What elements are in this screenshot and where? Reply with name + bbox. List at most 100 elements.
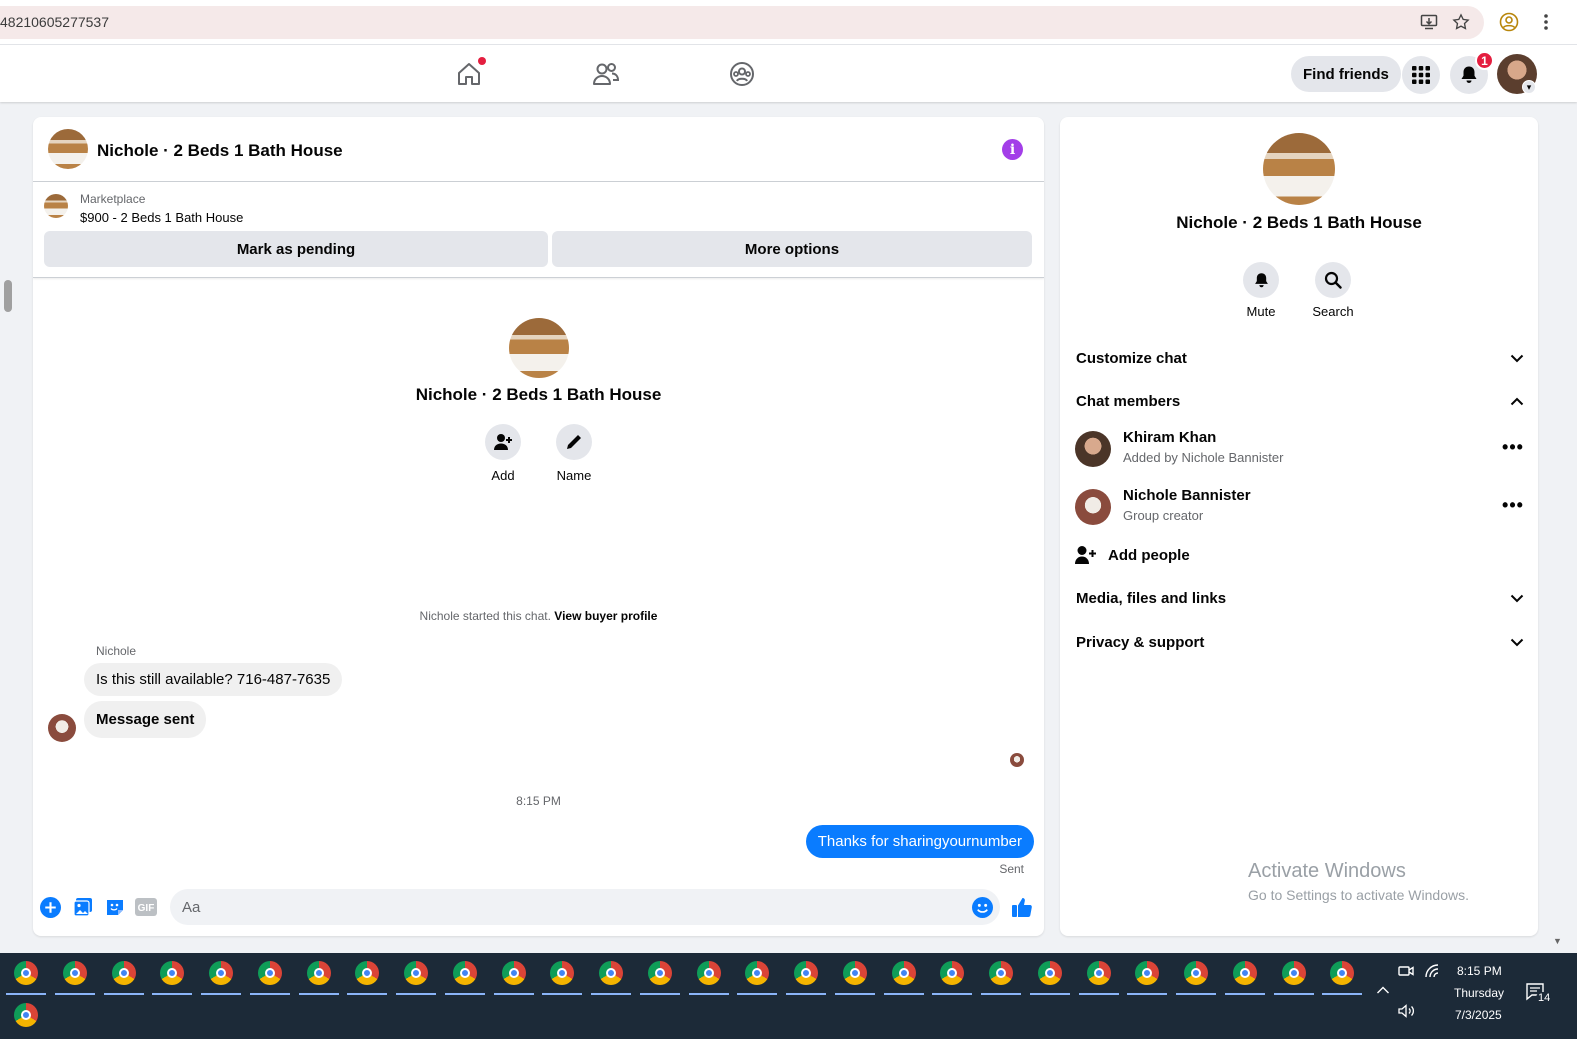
mark-as-pending-button[interactable]: Mark as pending	[44, 231, 548, 267]
chrome-taskbar-icon[interactable]	[6, 959, 46, 995]
taskbar-date[interactable]: 7/3/2025	[1455, 1008, 1502, 1022]
account-chevron-down-icon[interactable]: ▾	[1522, 80, 1536, 94]
browser-menu-icon[interactable]	[1535, 11, 1557, 33]
chat-members-label: Chat members	[1076, 392, 1181, 410]
chrome-taskbar-icon[interactable]	[201, 959, 241, 995]
media-files-links-label: Media, files and links	[1076, 589, 1227, 607]
view-buyer-profile-link[interactable]: View buyer profile	[554, 609, 657, 623]
member-avatar[interactable]	[1075, 489, 1111, 525]
menu-grid-button[interactable]	[1402, 56, 1440, 94]
chrome-taskbar-icon[interactable]	[54, 959, 95, 995]
chrome-taskbar-icon[interactable]	[493, 959, 534, 995]
chrome-taskbar-icon[interactable]	[444, 959, 485, 995]
sender-avatar[interactable]	[48, 714, 76, 742]
conversation-title: Nichole · 2 Beds 1 Bath House	[415, 385, 662, 404]
notifications-button[interactable]: 1	[1450, 51, 1494, 94]
browser-toolbar: 48210605277537	[0, 0, 1577, 45]
incoming-message[interactable]: Is this still available? 716-487-7635	[84, 663, 343, 696]
chrome-taskbar-icon[interactable]	[981, 959, 1021, 995]
groups-icon[interactable]	[727, 59, 757, 89]
chrome-taskbar-icon[interactable]	[639, 959, 680, 995]
chrome-taskbar-icon[interactable]	[591, 959, 631, 995]
media-files-links-section[interactable]: Media, files and links	[1076, 580, 1524, 616]
chrome-taskbar-icon[interactable]	[347, 959, 388, 995]
friends-icon[interactable]	[591, 59, 621, 89]
chrome-taskbar-icon[interactable]	[396, 959, 436, 995]
privacy-support-section[interactable]: Privacy & support	[1076, 624, 1524, 660]
plus-circle-icon[interactable]	[39, 896, 61, 918]
chat-title[interactable]: Nichole · 2 Beds 1 Bath House	[97, 141, 343, 161]
message-input[interactable]	[170, 889, 1000, 925]
mute-action[interactable]: Mute	[1231, 262, 1291, 319]
message-timestamp: 8:15 PM	[516, 794, 561, 808]
chrome-taskbar-icon[interactable]	[1127, 959, 1168, 995]
member-row[interactable]: Nichole Bannister Group creator •••	[1075, 487, 1525, 527]
chrome-taskbar-icon[interactable]	[688, 959, 729, 995]
chrome-taskbar-icon[interactable]	[1078, 959, 1119, 995]
chat-panel: Nichole · 2 Beds 1 Bath House i Marketpl…	[33, 117, 1044, 936]
customize-chat-section[interactable]: Customize chat	[1076, 340, 1524, 376]
info-icon[interactable]: i	[1002, 139, 1023, 160]
chrome-taskbar-icon[interactable]	[249, 959, 290, 995]
listing-thumbnail[interactable]	[44, 194, 68, 218]
listing-price[interactable]: $900 - 2 Beds 1 Bath House	[80, 210, 243, 225]
find-friends-button[interactable]: Find friends	[1291, 56, 1401, 92]
chat-header: Nichole · 2 Beds 1 Bath House i	[33, 117, 1044, 182]
wifi-icon[interactable]	[1424, 964, 1440, 981]
info-avatar	[1263, 133, 1335, 205]
activate-windows-title: Activate Windows	[1248, 860, 1406, 882]
chrome-taskbar-icon[interactable]	[786, 959, 826, 995]
sticker-icon[interactable]	[104, 896, 126, 918]
scroll-down-arrow-icon[interactable]: ▼	[1553, 936, 1562, 946]
chrome-taskbar-icon[interactable]	[1029, 959, 1070, 995]
incoming-message[interactable]: Message sent	[84, 701, 207, 738]
chrome-taskbar-icon[interactable]	[932, 959, 973, 995]
browser-profile-icon[interactable]	[1498, 11, 1520, 33]
address-bar[interactable]: 48210605277537	[0, 6, 1484, 39]
member-row[interactable]: Khiram Khan Added by Nichole Bannister •…	[1075, 429, 1525, 469]
home-icon[interactable]	[454, 57, 486, 89]
member-avatar[interactable]	[1075, 431, 1111, 467]
add-people-button[interactable]: Add people	[1075, 541, 1190, 569]
add-member-action[interactable]: Add	[473, 424, 533, 483]
chrome-taskbar-icon[interactable]	[12, 1001, 40, 1029]
chrome-taskbar-icon[interactable]	[103, 959, 144, 995]
search-label: Search	[1312, 304, 1354, 319]
chevron-up-icon[interactable]	[1376, 983, 1390, 998]
chrome-taskbar-icon[interactable]	[737, 959, 778, 995]
install-app-icon[interactable]	[1418, 11, 1440, 33]
left-scrollbar-thumb[interactable]	[4, 280, 12, 312]
sent-status: Sent	[999, 862, 1024, 876]
customize-chat-label: Customize chat	[1076, 349, 1187, 367]
chrome-taskbar-icon[interactable]	[834, 959, 875, 995]
meet-now-icon[interactable]	[1398, 964, 1414, 981]
add-person-icon	[1075, 546, 1096, 564]
more-options-button[interactable]: More options	[552, 231, 1032, 267]
more-options-icon[interactable]: •••	[1501, 435, 1525, 459]
chrome-taskbar-icon[interactable]	[883, 959, 924, 995]
thumbs-up-icon[interactable]	[1010, 896, 1034, 918]
chrome-taskbar-icon[interactable]	[298, 959, 339, 995]
chrome-taskbar-icon[interactable]	[542, 959, 583, 995]
outgoing-message[interactable]: Thanks for sharingyournumber	[805, 825, 1034, 858]
more-options-icon[interactable]: •••	[1501, 493, 1525, 517]
name-chat-action[interactable]: Name	[544, 424, 604, 483]
volume-icon[interactable]	[1398, 1004, 1416, 1021]
chrome-taskbar-icon[interactable]	[1322, 959, 1363, 995]
taskbar-day[interactable]: Thursday	[1454, 986, 1504, 1000]
search-action[interactable]: Search	[1303, 262, 1363, 319]
photo-icon[interactable]	[72, 896, 94, 918]
started-text: Nichole started this chat.	[419, 609, 551, 623]
emoji-icon[interactable]	[971, 896, 993, 918]
chrome-taskbar-icon[interactable]	[1224, 959, 1265, 995]
bookmark-star-icon[interactable]	[1450, 11, 1472, 33]
gif-icon[interactable]: GIF	[134, 896, 158, 918]
chrome-taskbar-icon[interactable]	[1176, 959, 1216, 995]
taskbar-time[interactable]: 8:15 PM	[1457, 964, 1502, 978]
chrome-taskbar-icon[interactable]	[1273, 959, 1314, 995]
notification-center-count: 14	[1536, 992, 1553, 1004]
listing-avatar[interactable]	[48, 129, 88, 169]
chat-members-section[interactable]: Chat members	[1076, 383, 1524, 419]
windows-taskbar: 8:15 PM Thursday 7/3/2025 14	[0, 953, 1577, 1039]
chrome-taskbar-icon[interactable]	[152, 959, 193, 995]
